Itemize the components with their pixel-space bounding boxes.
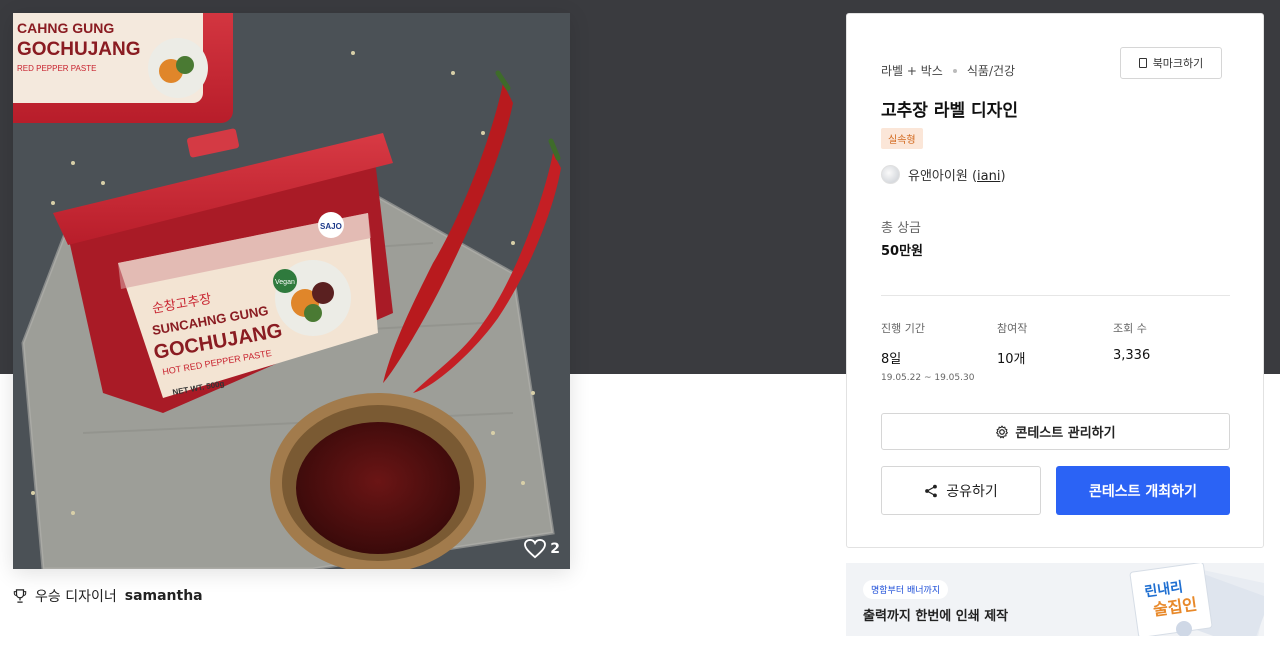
heart-icon [524,539,547,559]
bookmark-icon [1138,58,1147,68]
stat-duration-dates: 19.05.22 ~ 19.05.30 [881,373,975,383]
owner-avatar [881,165,900,184]
manage-contest-button[interactable]: 콘테스트 관리하기 [881,413,1230,450]
print-samples-image: 린내리 술집인 [1129,563,1264,636]
share-button[interactable]: 공유하기 [881,466,1041,515]
breadcrumb-category[interactable]: 라벨 + 박스 [881,62,943,79]
stat-entries: 참여작 10개 [997,320,1027,367]
divider [881,295,1230,296]
prize-label: 총 상금 [881,221,922,236]
stat-entries-value: 10개 [997,352,1026,367]
stat-views-value: 3,336 [1113,348,1151,363]
label-vegan: Vegan [275,279,295,286]
owner-handle-link[interactable]: iani [977,169,1000,184]
contest-owner: 유앤아이원 (iani) [881,165,1006,184]
breadcrumb-separator [952,68,957,73]
contest-main-image[interactable]: CAHNG GUNG GOCHUJANG RED PEPPER PASTE 순창… [13,13,570,569]
share-icon [925,484,938,497]
host-contest-button[interactable]: 콘테스트 개최하기 [1056,466,1230,515]
winner-prefix: 우승 디자이너 [35,589,117,605]
contest-title: 고추장 라벨 디자인 [881,101,1018,121]
top-tub-sub: RED PEPPER PASTE [17,64,96,73]
ad-pill: 명함부터 배너까지 [863,580,949,599]
top-tub-brand-1: CAHNG GUNG [17,20,114,36]
winner-name[interactable]: samantha [125,588,203,604]
breadcrumb-subcategory[interactable]: 식품/건강 [967,62,1015,79]
sajo-logo: SAJO [320,222,342,231]
stat-duration-value: 8일 [881,352,902,367]
ad-headline: 출력까지 한번에 인쇄 제작 [863,609,1009,624]
winner-designer: 우승 디자이너 samantha [13,586,203,606]
bookmark-label: 북마크하기 [1152,57,1204,70]
print-ad-banner[interactable]: 명함부터 배너까지 출력까지 한번에 인쇄 제작 린내리 술집인 [846,563,1264,636]
contest-info-card: 라벨 + 박스 식품/건강 북마크하기 고추장 라벨 디자인 실속형 유앤아이원… [846,13,1264,548]
stat-duration-label: 진행 기간 [881,322,925,335]
trophy-icon [13,589,27,603]
like-count: 2 [550,541,560,557]
top-tub-brand-2: GOCHUJANG [17,39,141,60]
stat-duration: 진행 기간 8일 19.05.22 ~ 19.05.30 [881,320,974,383]
breadcrumb: 라벨 + 박스 식품/건강 [881,62,1015,79]
stat-views: 조회 수 3,336 [1113,320,1150,363]
bookmark-button[interactable]: 북마크하기 [1120,47,1222,79]
plan-badge: 실속형 [881,128,923,149]
stat-views-label: 조회 수 [1113,322,1147,335]
stat-entries-label: 참여작 [997,322,1028,335]
share-label: 공유하기 [946,483,998,500]
gear-icon [996,425,1009,438]
manage-contest-label: 콘테스트 관리하기 [1015,426,1116,441]
owner-name: 유앤아이원 [908,169,968,184]
like-button[interactable]: 2 [524,539,560,559]
gochujang-photo: CAHNG GUNG GOCHUJANG RED PEPPER PASTE 순창… [13,13,570,569]
prize-value: 50만원 [881,244,924,259]
